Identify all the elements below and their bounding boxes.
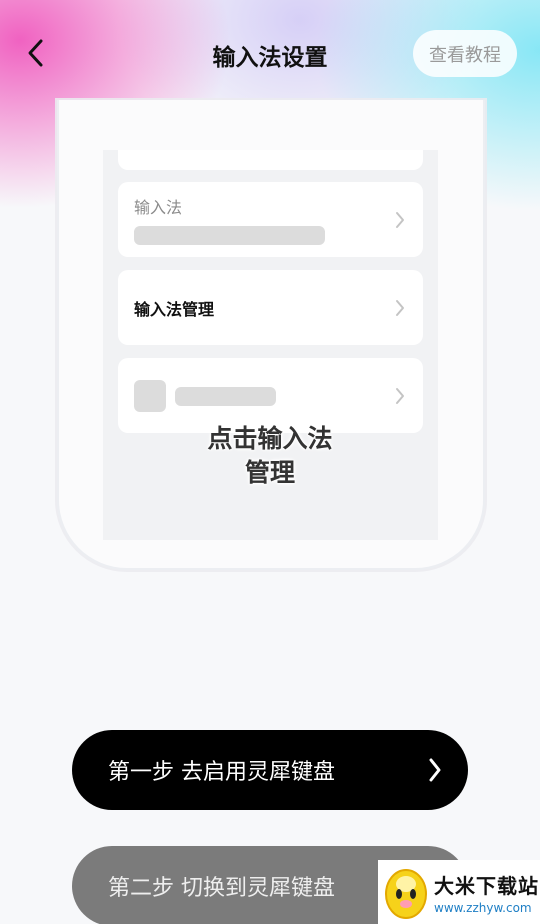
settings-card-input-method: 输入法 — [118, 182, 423, 257]
instruction-hint-line2: 管理 — [244, 458, 295, 487]
view-tutorial-button[interactable]: 查看教程 — [413, 30, 517, 77]
input-method-label: 输入法 — [134, 198, 183, 217]
egg-mascot-icon — [385, 869, 427, 919]
site-watermark: 大米下载站 www.zzhyw.com — [378, 860, 540, 924]
watermark-title: 大米下载站 — [434, 873, 539, 898]
instruction-hint: 点击输入法 管理 — [170, 422, 370, 490]
top-bar: 输入法设置 查看教程 — [0, 0, 540, 110]
watermark-url: www.zzhyw.com — [434, 900, 532, 915]
input-method-manage-label: 输入法管理 — [134, 300, 215, 319]
chevron-right-icon — [396, 387, 404, 404]
chevron-right-icon — [396, 211, 404, 228]
placeholder-bar — [134, 226, 325, 245]
placeholder-icon-square — [134, 380, 166, 412]
settings-card-input-method-manage: 输入法管理 — [118, 270, 423, 345]
placeholder-bar — [175, 387, 276, 406]
step-1-enable-keyboard-button[interactable]: 第一步 去启用灵犀键盘 — [72, 730, 468, 810]
step-1-label: 第一步 去启用灵犀键盘 — [108, 760, 335, 785]
chevron-right-icon — [396, 299, 404, 316]
chevron-right-icon — [429, 758, 441, 782]
settings-card-partial — [118, 150, 423, 170]
step-2-label: 第二步 切换到灵犀键盘 — [108, 876, 335, 901]
instruction-hint-line1: 点击输入法 — [207, 424, 333, 453]
